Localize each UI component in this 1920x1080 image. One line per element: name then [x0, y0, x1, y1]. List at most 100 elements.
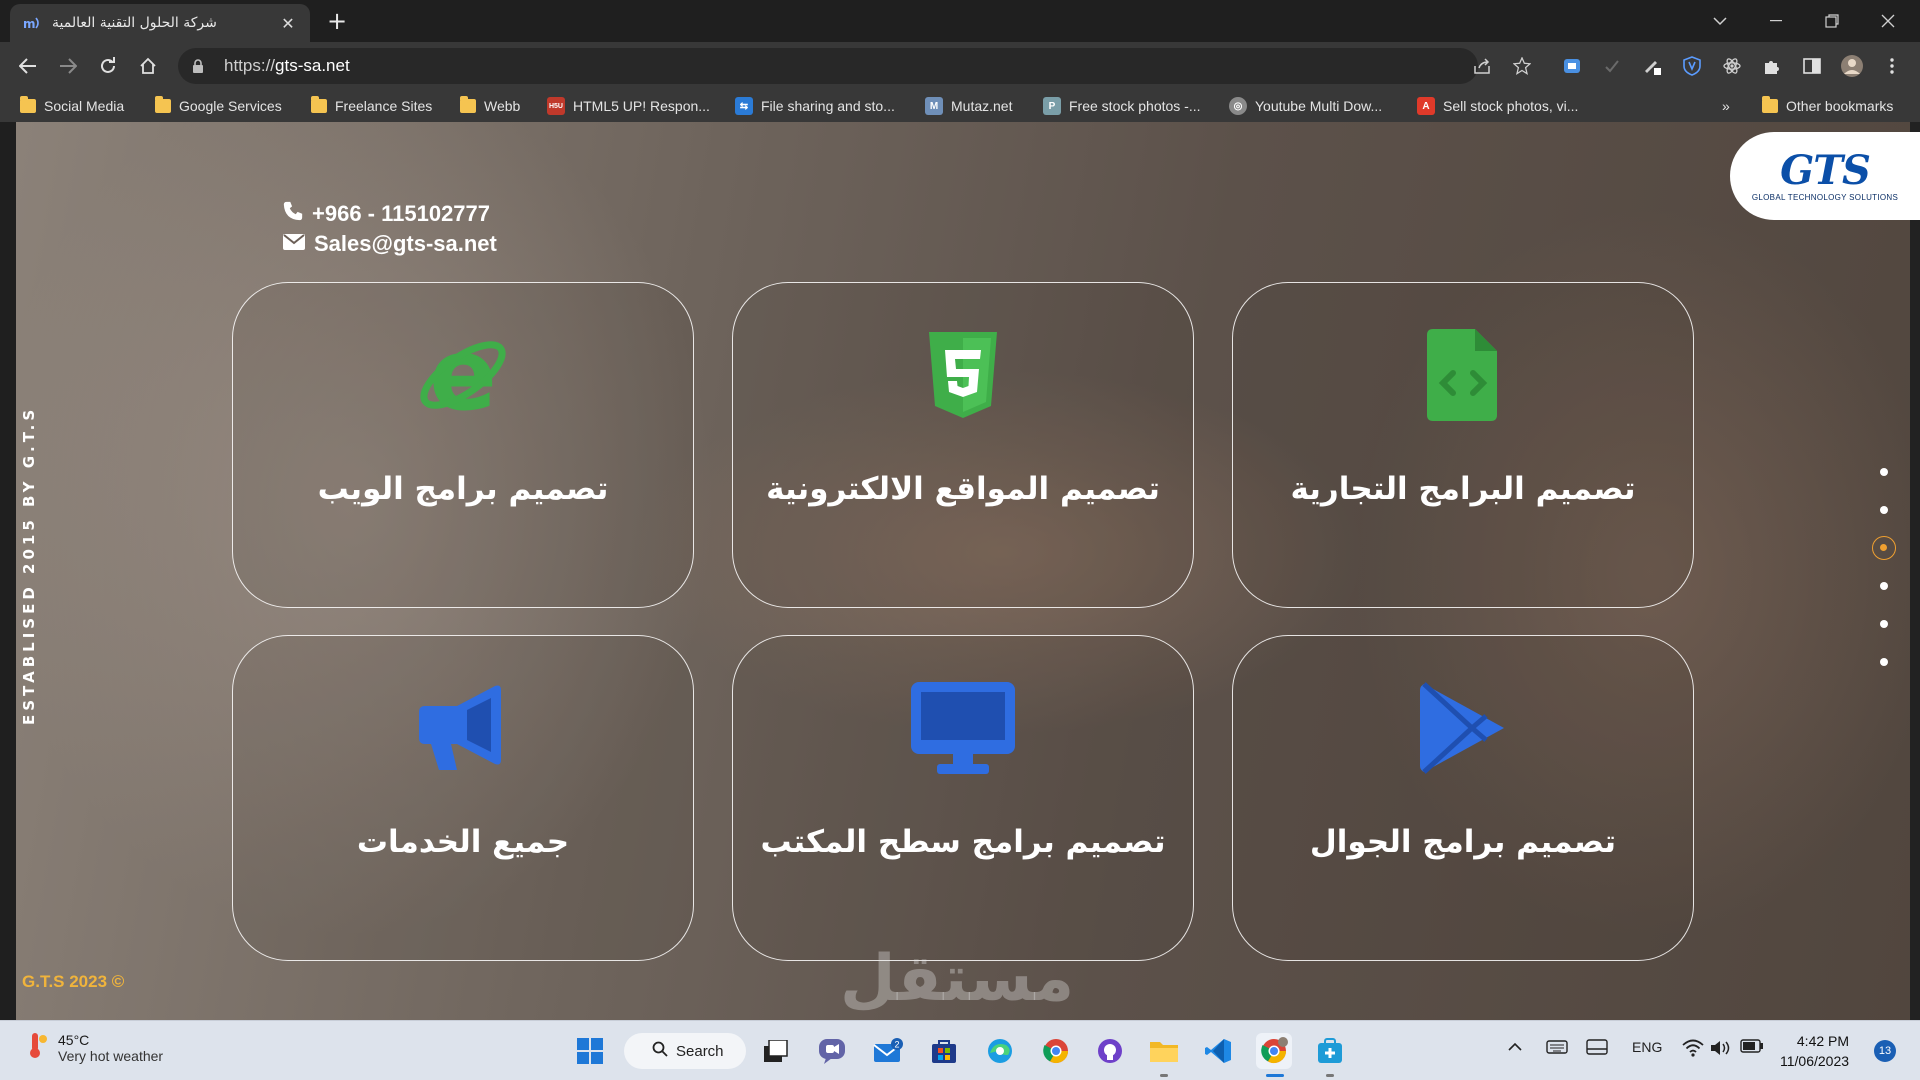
pagination-dot-1[interactable]	[1880, 468, 1888, 476]
service-label: تصميم برامج الجوال	[1309, 824, 1617, 860]
bookmark-html5up[interactable]: H5U HTML5 UP! Respon...	[547, 95, 710, 117]
service-label: تصميم برامج سطح المكتب	[760, 824, 1166, 860]
browser-menu-icon[interactable]	[1878, 52, 1906, 80]
shield-extension-icon[interactable]	[1678, 52, 1706, 80]
side-panel-icon[interactable]	[1798, 52, 1826, 80]
bookmark-youtube-multi-downloader[interactable]: ◎ Youtube Multi Dow...	[1229, 95, 1382, 117]
search-label: Search	[676, 1042, 724, 1060]
display-icon[interactable]	[1586, 1039, 1608, 1058]
envelope-icon	[282, 231, 306, 257]
pagination-dot-5[interactable]	[1880, 620, 1888, 628]
chrome-profile-active-icon[interactable]	[1256, 1033, 1292, 1069]
battery-icon[interactable]	[1740, 1039, 1764, 1056]
bookmark-file-sharing[interactable]: ⇆ File sharing and sto...	[735, 95, 895, 117]
service-card-desktop-software[interactable]: تصميم برامج سطح المكتب	[732, 635, 1194, 961]
wifi-icon[interactable]	[1682, 1039, 1704, 1060]
profile-avatar-icon[interactable]	[1838, 52, 1866, 80]
gts-logo[interactable]: GTS GLOBAL TECHNOLOGY SOLUTIONS	[1730, 132, 1920, 220]
share-icon[interactable]	[1468, 52, 1496, 80]
temperature: 45°C	[58, 1031, 90, 1048]
pagination-dot-6[interactable]	[1880, 658, 1888, 666]
html5-icon	[733, 325, 1193, 425]
other-bookmarks-folder[interactable]: Other bookmarks	[1762, 95, 1893, 117]
windows-start-icon[interactable]	[572, 1033, 608, 1069]
tab-strip: m شركة الحلول التقنية العالمية ✕ +	[0, 0, 1920, 42]
bookmark-folder-webb[interactable]: Webb	[460, 95, 520, 117]
new-tab-button[interactable]: +	[322, 7, 352, 37]
megaphone-icon	[233, 678, 693, 778]
windows-taskbar: 45°C Very hot weather Search 2 ENG 4:42 …	[0, 1020, 1920, 1080]
clock-time: 4:42 PM	[1796, 1033, 1850, 1049]
code-file-icon	[1233, 325, 1693, 425]
input-language[interactable]: ENG	[1632, 1039, 1662, 1055]
logo-mark: GTS	[1780, 146, 1871, 194]
tray-overflow-chevron-icon[interactable]	[1508, 1039, 1522, 1055]
microsoft-store-icon[interactable]	[926, 1033, 962, 1069]
pagination-dot-4[interactable]	[1880, 582, 1888, 590]
extensions-puzzle-icon[interactable]	[1758, 52, 1786, 80]
bookmark-star-icon[interactable]	[1508, 52, 1536, 80]
back-arrow-icon[interactable]	[12, 50, 44, 82]
bookmarks-overflow-button[interactable]: »	[1722, 95, 1730, 117]
bookmark-mutaz[interactable]: M Mutaz.net	[925, 95, 1012, 117]
html5up-favicon-icon: H5U	[547, 97, 565, 115]
volume-icon[interactable]	[1710, 1039, 1732, 1060]
logo-subtitle: GLOBAL TECHNOLOGY SOLUTIONS	[1751, 192, 1899, 202]
teams-chat-icon[interactable]	[814, 1033, 850, 1069]
restore-window-icon[interactable]	[1804, 0, 1860, 42]
bookmark-free-stock-photos[interactable]: P Free stock photos -...	[1043, 95, 1201, 117]
mail-badge: 2	[894, 1040, 899, 1050]
notification-count-badge[interactable]: 13	[1874, 1040, 1896, 1062]
taskbar-clock[interactable]: 4:42 PM 11/06/2023	[1780, 1031, 1849, 1071]
reload-icon[interactable]	[92, 50, 124, 82]
weather-widget[interactable]: 45°C Very hot weather	[24, 1031, 163, 1064]
bookmarks-bar: Social Media Google Services Freelance S…	[0, 90, 1920, 122]
minimize-window-icon[interactable]	[1748, 0, 1804, 42]
edge-browser-icon[interactable]	[982, 1033, 1018, 1069]
task-view-icon[interactable]	[758, 1033, 794, 1069]
file-explorer-icon[interactable]	[1146, 1033, 1182, 1069]
bookmark-folder-google-services[interactable]: Google Services	[155, 95, 282, 117]
url-text: https://gts-sa.net	[224, 56, 350, 75]
chrome-icon[interactable]	[1038, 1033, 1074, 1069]
pagination-dot-2[interactable]	[1880, 506, 1888, 514]
email-row[interactable]: Sales@gts-sa.net	[282, 229, 497, 259]
bookmark-sell-stock-photos[interactable]: A Sell stock photos, vi...	[1417, 95, 1578, 117]
folder-icon	[460, 96, 476, 113]
running-indicator	[1160, 1074, 1168, 1077]
pagination-dot-3-active[interactable]	[1872, 536, 1896, 560]
service-card-all-services[interactable]: جميع الخدمات	[232, 635, 694, 961]
service-card-websites[interactable]: تصميم المواقع الالكترونية	[732, 282, 1194, 608]
toolbox-app-icon[interactable]	[1312, 1033, 1348, 1069]
translate-extension-icon[interactable]	[1558, 52, 1586, 80]
close-window-icon[interactable]	[1860, 0, 1916, 42]
close-tab-icon[interactable]: ✕	[278, 14, 298, 33]
page-scrollbar[interactable]	[1910, 122, 1920, 1020]
page-left-frame	[0, 122, 16, 1020]
internet-explorer-icon: e	[233, 325, 693, 425]
vscode-icon[interactable]	[1200, 1033, 1236, 1069]
svg-text:m: m	[23, 17, 36, 30]
taskbar-search[interactable]: Search	[624, 1033, 746, 1069]
folder-icon	[1762, 96, 1778, 113]
browser-tab-active[interactable]: m شركة الحلول التقنية العالمية ✕	[10, 4, 310, 42]
bookmark-folder-social-media[interactable]: Social Media	[20, 95, 124, 117]
service-card-commercial-software[interactable]: تصميم البرامج التجارية	[1232, 282, 1694, 608]
react-devtools-icon[interactable]	[1718, 52, 1746, 80]
service-card-web-apps[interactable]: e تصميم برامج الويب	[232, 282, 694, 608]
keyboard-icon[interactable]	[1546, 1039, 1568, 1058]
service-card-mobile-apps[interactable]: تصميم برامج الجوال	[1232, 635, 1694, 961]
github-desktop-icon[interactable]	[1092, 1033, 1128, 1069]
address-bar[interactable]: https://gts-sa.net	[178, 48, 1478, 84]
mail-icon[interactable]: 2	[870, 1033, 906, 1069]
home-icon[interactable]	[132, 50, 164, 82]
tab-search-chevron-icon[interactable]	[1692, 0, 1748, 42]
search-icon	[652, 1041, 668, 1061]
phone-row[interactable]: +966 - 115102777	[282, 199, 497, 229]
bookmark-folder-freelance-sites[interactable]: Freelance Sites	[311, 95, 432, 117]
lock-icon[interactable]	[192, 56, 212, 76]
desktop-monitor-icon	[733, 678, 1193, 778]
forward-arrow-icon[interactable]	[52, 50, 84, 82]
checkmark-extension-icon[interactable]	[1598, 52, 1626, 80]
pen-extension-icon[interactable]	[1638, 52, 1666, 80]
